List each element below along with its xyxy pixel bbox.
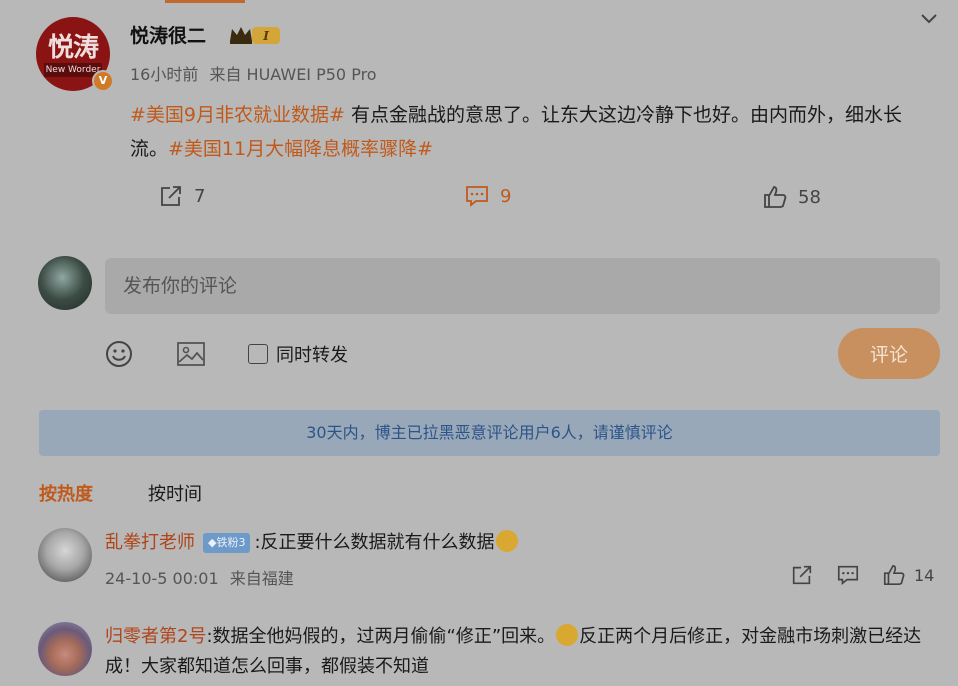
image-icon[interactable] (176, 340, 206, 368)
post-source: 来自 HUAWEI P50 Pro (209, 65, 377, 84)
repost-checkbox[interactable]: 同时转发 (248, 341, 348, 367)
comment-location: 来自福建 (229, 569, 294, 588)
share-icon[interactable] (790, 563, 814, 587)
comment-meta: 24-10-5 00:01 来自福建 (105, 565, 294, 589)
avatar-logo-text: 悦涛 (47, 33, 99, 63)
share-icon (161, 186, 181, 206)
repost-checkbox-label: 同时转发 (276, 345, 348, 366)
comment-username[interactable]: 归零者第2号 (105, 626, 206, 647)
comment-button[interactable]: 9 (464, 183, 511, 209)
post-time[interactable]: 16小时前 (130, 65, 198, 84)
smiling-emoji-icon (556, 624, 579, 646)
comment-text: :反正要什么数据就有什么数据 (254, 532, 495, 553)
comment-body: 乱拳打老师 ◆铁粉3:反正要什么数据就有什么数据 (105, 528, 519, 558)
sort-by-time-tab[interactable]: 按时间 (148, 480, 202, 506)
like-count: 58 (798, 186, 821, 208)
current-user-avatar[interactable] (38, 256, 92, 310)
comment-username[interactable]: 乱拳打老师 (105, 532, 195, 553)
post-meta: 16小时前 来自 HUAWEI P50 Pro (130, 61, 377, 85)
topic-tag[interactable]: #美国9月非农就业数据# (130, 104, 345, 126)
comment-count: 9 (500, 185, 512, 207)
thumbs-up-icon (764, 186, 787, 208)
comment-icon (466, 186, 488, 207)
checkbox-box[interactable] (248, 344, 268, 364)
like-button[interactable]: 58 (762, 184, 821, 210)
comment-like-button[interactable]: 14 (882, 563, 934, 587)
crown-level-badge-icon[interactable]: I (228, 23, 282, 47)
comment-actions: 14 (790, 563, 934, 587)
repost-count: 7 (194, 185, 206, 207)
topic-tag[interactable]: #美国11月大幅降息概率骤降# (168, 138, 433, 160)
repost-button[interactable]: 7 (158, 183, 205, 209)
comment-time: 24-10-5 00:01 (105, 569, 219, 588)
chevron-down-icon[interactable] (918, 8, 940, 30)
comment-body: 归零者第2号:数据全他妈假的，过两月偷偷“修正”回来。 反正两个月后修正，对金融市… (105, 622, 945, 682)
level-badge-text: I (262, 29, 269, 43)
submit-comment-button[interactable]: 评论 (838, 328, 940, 379)
reply-icon[interactable] (836, 563, 860, 587)
sort-by-hot-tab[interactable]: 按热度 (39, 480, 93, 506)
emoji-icon[interactable] (105, 340, 133, 368)
comment-input[interactable] (105, 258, 940, 314)
comment-avatar[interactable] (38, 622, 92, 676)
active-tab-indicator (165, 0, 245, 3)
comment-text: :数据全他妈假的，过两月偷偷“修正”回来。 (206, 626, 556, 647)
comment-avatar[interactable] (38, 528, 92, 582)
comment-like-count: 14 (914, 565, 935, 585)
blocked-users-notice: 30天内，博主已拉黑恶意评论用户6人，请谨慎评论 (39, 410, 940, 456)
verified-badge-icon: V (92, 70, 114, 92)
post-content: #美国9月非农就业数据# 有点金融战的意思了。让东大这边冷静下也好。由内而外，细… (130, 98, 930, 166)
thumbs-up-icon (883, 564, 905, 586)
fan-level-badge[interactable]: ◆铁粉3 (203, 533, 251, 553)
author-name[interactable]: 悦涛很二 (130, 21, 206, 48)
laughing-emoji-icon (495, 530, 518, 552)
